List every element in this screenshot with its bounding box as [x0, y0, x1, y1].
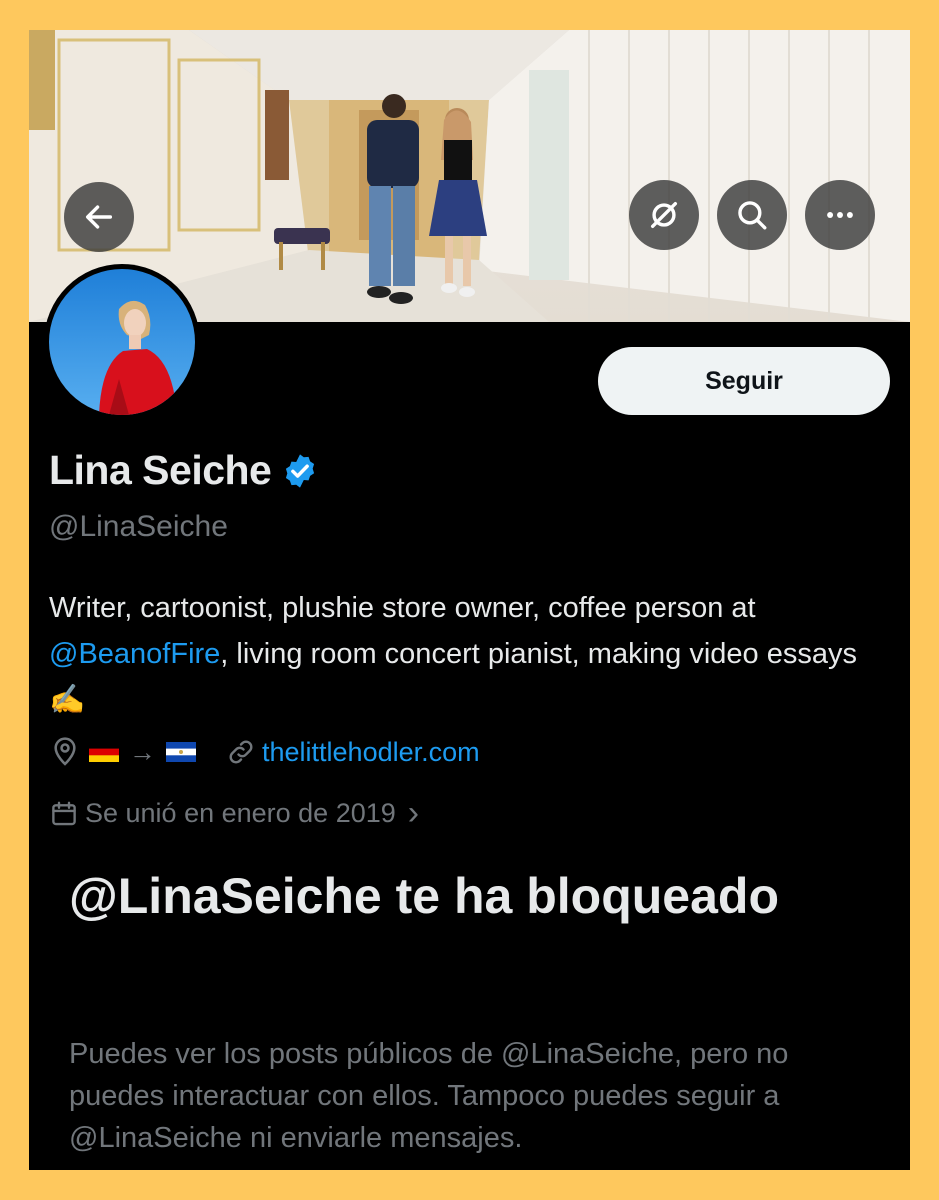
avatar[interactable] [44, 264, 200, 420]
join-date-text: Se unió en enero de 2019 [85, 798, 396, 828]
avatar-photo [49, 269, 195, 415]
link-icon [229, 740, 253, 764]
profile-meta-row: → thelittlehodler.com [49, 736, 480, 768]
more-button[interactable] [805, 180, 875, 250]
blocked-title: @LinaSeiche te ha bloqueado [69, 868, 779, 924]
blocked-description: Puedes ver los posts públicos de @LinaSe… [69, 1038, 789, 1154]
bio-text-start: Writer, cartoonist, plushie store owner,… [49, 592, 756, 624]
grok-icon [650, 201, 678, 229]
germany-flag-icon [89, 742, 119, 762]
profile-card: Seguir Lina Seiche @LinaSeiche Writer, c… [29, 30, 910, 1170]
follow-button[interactable]: Seguir [598, 347, 890, 415]
verified-badge-icon[interactable] [281, 452, 319, 490]
bio-mention-link[interactable]: @BeanofFire [49, 638, 220, 670]
location-arrow: → [129, 736, 156, 767]
search-icon [738, 201, 767, 230]
calendar-icon [52, 801, 76, 825]
join-date-row[interactable]: Se unió en enero de 2019 › [49, 794, 419, 833]
grok-button[interactable] [629, 180, 699, 250]
bio: Writer, cartoonist, plushie store owner,… [49, 585, 894, 723]
chevron-right-icon: › [407, 794, 420, 832]
handle: @LinaSeiche [49, 510, 228, 543]
arrow-left-icon [85, 205, 113, 229]
website-link[interactable]: thelittlehodler.com [262, 737, 480, 768]
more-icon [827, 212, 853, 218]
name-row: Lina Seiche [49, 447, 319, 494]
search-button[interactable] [717, 180, 787, 250]
display-name: Lina Seiche [49, 447, 272, 493]
back-button[interactable] [64, 182, 134, 252]
el-salvador-flag-icon [166, 742, 196, 762]
location-pin-icon [54, 737, 76, 766]
